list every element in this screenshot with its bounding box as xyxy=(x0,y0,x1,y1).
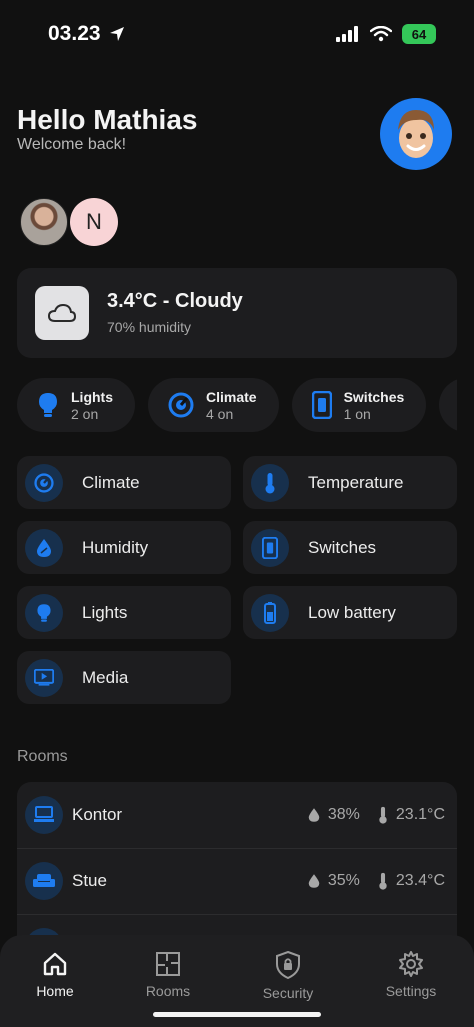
bottom-navigation: Home Rooms Security Settings xyxy=(0,935,474,1027)
tile-temperature-icon-wrap xyxy=(251,463,289,502)
humidity-icon xyxy=(308,874,320,888)
tile-lights-label: Lights xyxy=(82,602,128,622)
thermostat-icon xyxy=(168,392,194,418)
thermometer-icon xyxy=(379,872,387,890)
switch-icon xyxy=(311,391,332,419)
tile-humidity-icon-wrap xyxy=(25,528,63,567)
household-members: N xyxy=(20,198,118,246)
home-icon xyxy=(43,952,67,976)
chip-lights-title: Lights xyxy=(71,388,113,405)
battery-level: 64 xyxy=(411,26,427,42)
tile-climate-icon-wrap xyxy=(25,463,63,502)
wifi-icon xyxy=(370,26,392,42)
room-stats: 38% 23.1°C xyxy=(308,806,445,824)
room-temperature: 23.1°C xyxy=(395,806,445,823)
signal-icon xyxy=(336,26,358,42)
chip-switches-status: 1 on xyxy=(343,405,371,422)
humidity-icon xyxy=(308,808,320,822)
weather-icon-box xyxy=(35,286,89,340)
memoji-avatar-icon xyxy=(398,110,434,158)
location-arrow-icon xyxy=(109,27,124,41)
tile-switches-label: Switches xyxy=(308,537,377,557)
user-avatar[interactable] xyxy=(380,98,452,170)
floorplan-icon xyxy=(156,952,180,976)
summary-chips: Lights 2 on Climate 4 on Switches 1 on xyxy=(17,378,457,432)
room-icon-wrap xyxy=(25,862,63,900)
chip-media[interactable] xyxy=(439,378,457,432)
room-name: Kontor xyxy=(72,805,123,824)
welcome-subtitle: Welcome back! xyxy=(17,136,127,153)
tile-low-battery[interactable]: Low battery xyxy=(243,586,457,639)
header: Hello Mathias Welcome back! xyxy=(17,104,197,154)
thermostat-icon xyxy=(34,472,54,493)
chip-climate-status: 4 on xyxy=(206,405,234,422)
tile-low-battery-label: Low battery xyxy=(308,602,396,622)
sofa-icon xyxy=(33,874,55,887)
tile-media[interactable]: Media xyxy=(17,651,231,704)
status-time: 03.23 xyxy=(48,22,125,46)
battery-icon xyxy=(264,601,276,624)
humidity-icon xyxy=(37,538,51,557)
lightbulb-icon xyxy=(37,603,51,622)
status-time-label: 03.23 xyxy=(48,22,101,45)
room-humidity: 38% xyxy=(327,806,360,823)
chip-climate[interactable]: Climate 4 on xyxy=(148,378,279,432)
chip-lights-status: 2 on xyxy=(71,405,99,422)
nav-security-label: Security xyxy=(262,985,314,1001)
member-avatar-initial[interactable]: N xyxy=(70,198,118,246)
status-indicators: 64 xyxy=(336,24,436,44)
tile-switches[interactable]: Switches xyxy=(243,521,457,574)
nav-security[interactable]: Security xyxy=(233,951,343,1001)
tile-media-icon-wrap xyxy=(25,658,63,697)
weather-humidity: 70% humidity xyxy=(107,319,192,335)
nav-settings-label: Settings xyxy=(385,983,437,999)
member-initial: N xyxy=(86,209,102,234)
switch-icon xyxy=(262,536,278,559)
room-row-stue[interactable]: Stue 35% 23.4°C xyxy=(17,848,457,914)
room-humidity: 35% xyxy=(327,872,360,889)
battery-indicator: 64 xyxy=(402,24,436,44)
tile-temperature[interactable]: Temperature xyxy=(243,456,457,509)
rooms-section-title: Rooms xyxy=(17,748,68,765)
tile-switches-icon-wrap xyxy=(251,528,289,567)
weather-card[interactable]: 3.4°C - Cloudy 70% humidity xyxy=(17,268,457,358)
nav-home-label: Home xyxy=(36,983,74,999)
tile-lights[interactable]: Lights xyxy=(17,586,231,639)
home-indicator[interactable] xyxy=(153,1012,321,1017)
nav-rooms[interactable]: Rooms xyxy=(113,951,223,999)
lightbulb-icon xyxy=(39,393,57,417)
thermometer-icon xyxy=(265,472,275,493)
gear-icon xyxy=(399,951,423,977)
greeting-title: Hello Mathias xyxy=(17,104,198,135)
tile-temperature-label: Temperature xyxy=(308,472,404,492)
tile-humidity[interactable]: Humidity xyxy=(17,521,231,574)
media-icon xyxy=(34,669,54,686)
chip-switches[interactable]: Switches 1 on xyxy=(291,378,427,432)
chip-climate-title: Climate xyxy=(206,388,257,405)
nav-home[interactable]: Home xyxy=(0,951,110,999)
shield-icon xyxy=(276,951,300,979)
tile-media-label: Media xyxy=(82,667,129,687)
nav-settings[interactable]: Settings xyxy=(356,951,466,999)
room-name: Stue xyxy=(72,871,107,890)
chip-switches-title: Switches xyxy=(343,388,405,405)
tile-low-battery-icon-wrap xyxy=(251,593,289,632)
room-stats: 35% 23.4°C xyxy=(308,872,445,890)
tile-climate[interactable]: Climate xyxy=(17,456,231,509)
chip-lights[interactable]: Lights 2 on xyxy=(17,378,135,432)
thermometer-icon xyxy=(379,806,387,824)
cloud-icon xyxy=(47,303,77,322)
tile-humidity-label: Humidity xyxy=(82,537,149,557)
room-row-kontor[interactable]: Kontor 38% 23.1°C xyxy=(17,782,457,848)
desk-icon xyxy=(34,806,54,822)
status-bar: 03.23 64 xyxy=(0,0,474,70)
member-avatar-photo[interactable] xyxy=(20,198,68,246)
tile-lights-icon-wrap xyxy=(25,593,63,632)
nav-rooms-label: Rooms xyxy=(145,983,191,999)
room-temperature: 23.4°C xyxy=(395,872,445,889)
room-icon-wrap xyxy=(25,796,63,834)
weather-title: 3.4°C - Cloudy xyxy=(107,290,243,312)
tile-climate-label: Climate xyxy=(82,472,140,492)
